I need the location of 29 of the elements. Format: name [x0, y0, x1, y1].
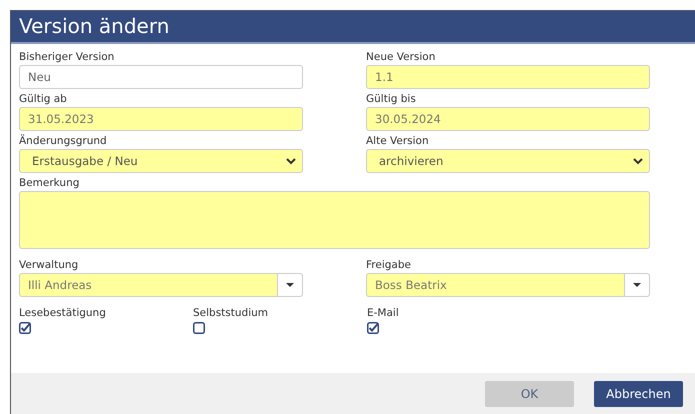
checkbox-label: Lesebestätigung: [19, 306, 106, 321]
checkbox-label: Selbststudium: [193, 306, 268, 321]
field-label: Freigabe: [366, 258, 411, 273]
combo-box[interactable]: Illi Andreas: [19, 273, 303, 297]
field-label: Änderungsgrund: [19, 134, 107, 149]
combo-box[interactable]: Boss Beatrix: [366, 273, 650, 297]
field-label: Neue Version: [366, 50, 436, 65]
chevron-icon: [633, 158, 643, 164]
dialog-title: Version ändern: [11, 11, 695, 44]
field-label: Alte Version: [366, 134, 429, 149]
input-field[interactable]: Neu: [19, 65, 303, 89]
field-label: Gültig bis: [366, 92, 416, 107]
caret-icon: [633, 283, 641, 287]
caret-icon: [286, 283, 294, 287]
chevron-icon: [286, 158, 296, 164]
checkbox[interactable]: [367, 322, 379, 334]
checkbox-label: E-Mail: [367, 306, 399, 321]
dropdown[interactable]: Erstausgabe / Neu: [19, 149, 303, 173]
cancel-button[interactable]: Abbrechen: [594, 380, 683, 406]
input-field[interactable]: 1.1: [366, 65, 650, 89]
field-label: Bisheriger Version: [19, 50, 114, 65]
checkbox[interactable]: [19, 322, 31, 334]
field-label: Gültig ab: [19, 92, 67, 107]
field-label: Bemerkung: [19, 176, 80, 191]
input-field[interactable]: 31.05.2023: [19, 107, 303, 131]
field-label: Verwaltung: [19, 258, 78, 273]
input-field[interactable]: 30.05.2024: [366, 107, 650, 131]
checkbox[interactable]: [193, 322, 205, 334]
dropdown[interactable]: archivieren: [366, 149, 650, 173]
